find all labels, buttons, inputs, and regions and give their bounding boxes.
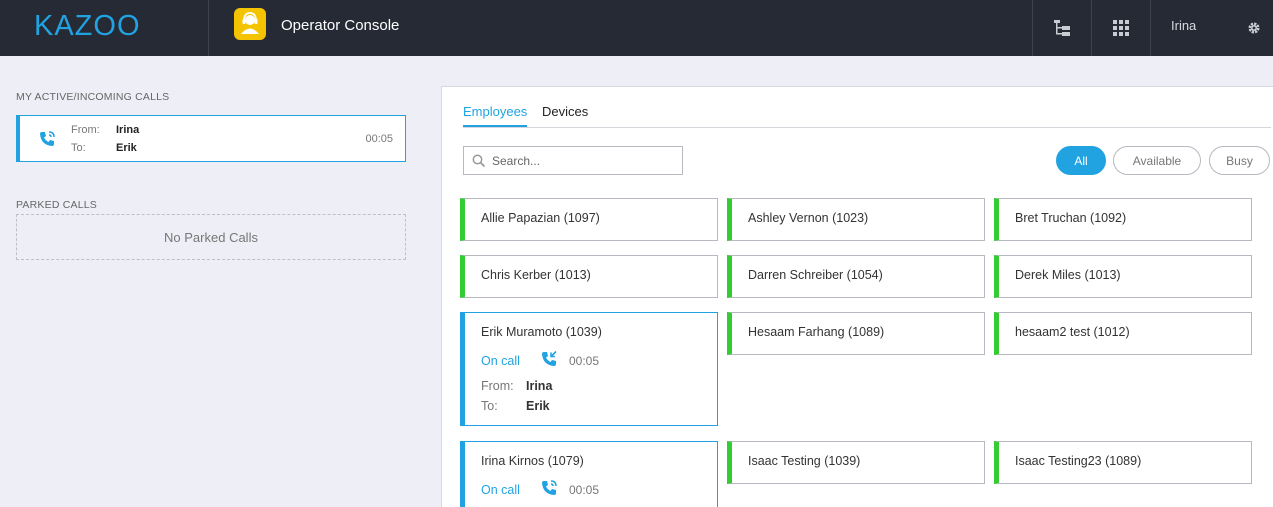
employee-card[interactable]: Isaac Testing (1039)	[727, 441, 985, 484]
apps-button[interactable]	[1092, 0, 1150, 56]
employee-card[interactable]: Bret Truchan (1092)	[994, 198, 1252, 241]
employee-name: Hesaam Farhang (1089)	[748, 325, 885, 339]
incoming-call-icon	[542, 350, 557, 366]
to-label: To:	[481, 399, 498, 413]
employee-card[interactable]: Ashley Vernon (1023)	[727, 198, 985, 241]
call-duration: 00:05	[365, 133, 393, 145]
from-label: From:	[71, 124, 100, 136]
from-label: From:	[481, 379, 514, 393]
employee-name: Chris Kerber (1013)	[481, 268, 591, 282]
search-input[interactable]	[492, 151, 677, 171]
employee-card[interactable]: hesaam2 test (1012)	[994, 312, 1252, 355]
employee-card[interactable]: Chris Kerber (1013)	[460, 255, 718, 298]
employee-name: Isaac Testing (1039)	[748, 454, 861, 468]
employee-name: hesaam2 test (1012)	[1015, 325, 1130, 339]
outgoing-call-icon	[542, 480, 557, 495]
user-menu[interactable]: Irina	[1171, 18, 1196, 33]
search-box	[463, 146, 683, 175]
active-call-card[interactable]: From: Irina To: Erik 00:05	[16, 115, 406, 162]
filter-busy-button[interactable]: Busy	[1209, 146, 1270, 175]
gear-icon	[1248, 22, 1260, 34]
employee-name: Derek Miles (1013)	[1015, 268, 1121, 282]
employee-name: Isaac Testing23 (1089)	[1015, 454, 1142, 468]
operator-console-app-icon	[234, 8, 266, 40]
settings-button[interactable]	[1240, 0, 1268, 56]
employee-card-busy[interactable]: Irina Kirnos (1079) On call 00:05	[460, 441, 718, 507]
to-value: Erik	[116, 142, 137, 154]
tab-divider	[463, 127, 1271, 128]
filter-all-button[interactable]: All	[1056, 146, 1106, 175]
app-title: Operator Console	[281, 17, 400, 34]
status-on-call: On call	[481, 483, 520, 497]
kazoo-logo[interactable]: KAZOO	[34, 10, 141, 43]
parked-calls-dropzone[interactable]: No Parked Calls	[16, 214, 406, 260]
to-value: Erik	[526, 399, 550, 413]
employee-card[interactable]: Allie Papazian (1097)	[460, 198, 718, 241]
tab-devices[interactable]: Devices	[542, 104, 588, 119]
hierarchy-icon	[1054, 20, 1070, 36]
parked-calls-label: PARKED CALLS	[16, 199, 97, 211]
from-value: Irina	[116, 124, 140, 136]
employee-card[interactable]: Hesaam Farhang (1089)	[727, 312, 985, 355]
status-on-call: On call	[481, 354, 520, 368]
employee-name: Erik Muramoto (1039)	[481, 325, 602, 339]
employee-name: Irina Kirnos (1079)	[481, 454, 584, 468]
call-duration: 00:05	[569, 483, 600, 497]
filter-available-button[interactable]: Available	[1113, 146, 1201, 175]
tab-employees[interactable]: Employees	[463, 104, 527, 119]
search-icon	[472, 154, 486, 168]
employees-panel: Employees Devices All Available Busy All…	[441, 86, 1273, 507]
divider	[208, 0, 209, 56]
to-label: To:	[71, 142, 86, 154]
from-value: Irina	[526, 379, 553, 393]
top-bar: KAZOO Operator Console Irina	[0, 0, 1273, 56]
employee-name: Darren Schreiber (1054)	[748, 268, 883, 282]
phone-call-icon	[40, 131, 55, 146]
employee-card-busy[interactable]: Erik Muramoto (1039) On call 00:05 From:…	[460, 312, 718, 426]
employee-card[interactable]: Derek Miles (1013)	[994, 255, 1252, 298]
hierarchy-button[interactable]	[1033, 0, 1091, 56]
call-duration: 00:05	[569, 354, 600, 368]
employee-card[interactable]: Isaac Testing23 (1089)	[994, 441, 1252, 484]
employee-name: Bret Truchan (1092)	[1015, 211, 1127, 225]
no-parked-calls-text: No Parked Calls	[164, 229, 258, 245]
employee-name: Ashley Vernon (1023)	[748, 211, 869, 225]
divider	[1150, 0, 1151, 56]
grid-icon	[1113, 20, 1129, 36]
employee-name: Allie Papazian (1097)	[481, 211, 600, 225]
active-calls-label: MY ACTIVE/INCOMING CALLS	[16, 91, 170, 103]
employee-card[interactable]: Darren Schreiber (1054)	[727, 255, 985, 298]
